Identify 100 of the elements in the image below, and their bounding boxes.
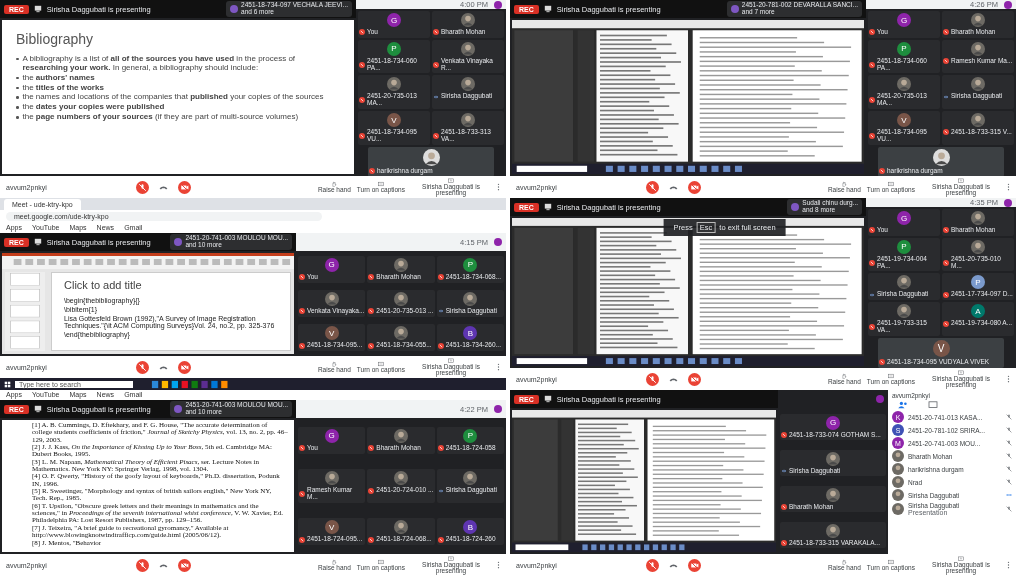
hand-icon [841,180,848,187]
captions-icon [887,180,894,187]
mic-off-button-icon[interactable] [646,372,659,386]
presenter-icon [33,5,42,13]
camera-off-button-icon[interactable] [178,180,191,194]
photo-placeholder [971,211,985,225]
photo-placeholder [394,428,408,443]
slide-bullet: the page numbers of your sources (if they are part of multi-source volumes) [22,113,299,123]
present-screen-icon [448,177,454,184]
bullet-dot [16,57,19,61]
photo-placeholder [324,471,339,486]
account-avatar-icon[interactable] [494,405,502,413]
avatar-letter: G [897,211,911,225]
more-options-icon[interactable] [497,561,500,569]
photo-placeholder [394,257,408,272]
more-options-icon[interactable] [1007,375,1010,383]
avatar-letter: V [387,113,401,128]
photo-placeholder [892,476,904,488]
photo-placeholder [971,13,985,27]
account-avatar-icon[interactable] [1004,198,1012,207]
photo-placeholder [892,450,904,462]
photo-placeholder [892,489,904,501]
avatar-letter: V [324,520,339,535]
photo-placeholder [463,292,478,307]
present-screen-icon [958,555,964,562]
mic-off-button-icon[interactable] [136,180,149,194]
slide-bullet: the dates your copies were published [22,103,165,113]
photo-placeholder [324,292,339,307]
account-avatar-icon[interactable] [1004,0,1012,9]
hand-icon [331,558,338,565]
mic-off-button-icon[interactable] [646,558,659,572]
mic-off-button-icon[interactable] [136,360,149,374]
captions-icon [377,180,384,187]
presenter-icon [543,203,552,211]
bullet-dot [16,96,19,99]
slide-title: Bibliography [16,32,95,48]
photo-placeholder [387,77,401,92]
slide-bullet: the names and locations of the companies that published your copies of the sources [22,93,324,103]
avatar-icon [174,238,183,246]
avatar-icon [791,203,800,211]
avatar-letter: P [897,41,911,56]
avatar-letter: P [971,275,985,290]
people-icon[interactable] [898,401,908,409]
avatar-letter: B [463,326,478,341]
hand-icon [841,372,848,379]
avatar-letter: A [971,304,985,319]
more-options-icon[interactable] [497,183,500,191]
camera-off-button-icon[interactable] [178,558,191,572]
mic-off-button-icon[interactable] [646,180,659,194]
captions-icon [887,372,894,379]
avatar-letter: G [897,13,911,27]
camera-off-button-icon[interactable] [688,180,701,194]
more-options-icon[interactable] [497,363,500,371]
avatar-letter: P [463,257,478,272]
avatar-letter: G [387,13,401,27]
photo-placeholder [394,326,408,341]
captions-icon [887,558,894,565]
photo-placeholder [461,41,475,56]
photo-placeholder [461,13,475,27]
bullet-dot [16,86,19,90]
bullet-dot [16,106,19,109]
windows-start-icon[interactable] [4,380,11,388]
presenter-icon [33,405,42,413]
presenter-icon [543,395,552,403]
more-options-icon[interactable] [1007,561,1010,569]
hand-icon [841,558,848,565]
camera-off-button-icon[interactable] [688,558,701,572]
present-screen-icon [448,357,454,364]
slide-bullet: the authors' names [22,73,95,83]
account-avatar-icon[interactable] [494,0,502,9]
captions-icon [377,558,384,565]
avatar-letter: V [897,113,911,128]
photo-placeholder [971,41,985,56]
present-screen-icon [958,369,964,376]
photo-placeholder [932,148,950,166]
slide-title[interactable]: Click to add title [64,279,278,291]
photo-placeholder [971,113,985,128]
captions-icon [377,360,384,367]
slide-bullet: the titles of the works [22,83,104,93]
photo-placeholder [463,471,478,486]
account-avatar-icon[interactable] [494,238,502,246]
photo-placeholder [394,520,408,535]
hand-icon [331,180,338,187]
mic-off-button-icon[interactable] [136,558,149,572]
photo-placeholder [394,471,408,486]
photo-placeholder [826,487,840,502]
presenter-icon [33,238,42,246]
chat-icon[interactable] [928,401,938,409]
avatar-letter: B [463,520,478,535]
avatar-icon [174,405,183,413]
present-screen-icon [448,555,454,562]
more-options-icon[interactable] [1007,183,1010,191]
avatar-icon [730,5,739,13]
photo-placeholder [826,523,840,538]
photo-placeholder [897,275,911,290]
camera-off-button-icon[interactable] [178,360,191,374]
bullet-dot [16,76,19,80]
camera-off-button-icon[interactable] [688,372,701,386]
photo-placeholder [461,77,475,92]
avatar-letter: P [463,428,478,443]
